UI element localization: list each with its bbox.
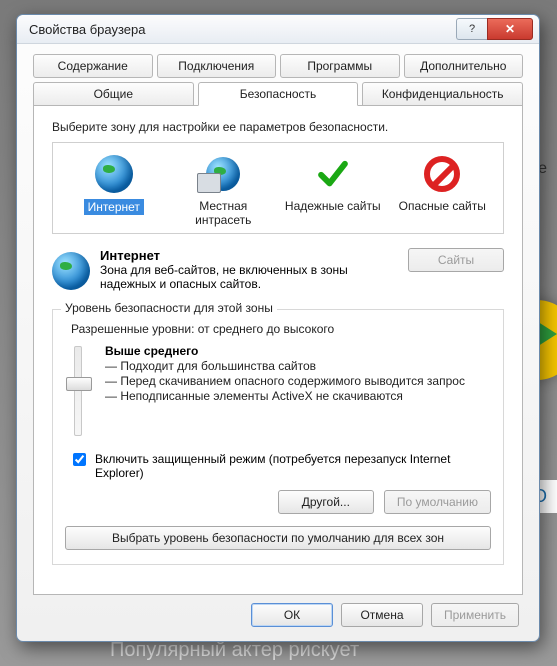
slider-track [74,346,82,436]
zone-label: Интернет [84,199,144,215]
level-bullet: — Перед скачиванием опасного содержимого… [105,374,465,388]
zone-detail-name: Интернет [100,248,160,263]
tab-advanced[interactable]: Дополнительно [404,54,524,78]
protected-mode-row[interactable]: Включить защищенный режим (потребуется п… [69,452,491,480]
level-bullet: — Подходит для большинства сайтов [105,359,465,373]
globe-icon [52,252,90,290]
apply-button[interactable]: Применить [431,603,519,627]
checkmark-icon [316,157,350,191]
close-icon: ✕ [505,22,515,36]
tab-connections[interactable]: Подключения [157,54,277,78]
protected-mode-checkbox[interactable] [73,453,86,466]
level-bullet: — Неподписанные элементы ActiveX не скач… [105,389,465,403]
monitor-icon [197,173,221,193]
globe-icon [95,155,133,193]
tab-content[interactable]: Содержание [33,54,153,78]
ok-button[interactable]: ОК [251,603,333,627]
default-level-button[interactable]: По умолчанию [384,490,491,514]
allowed-levels: Разрешенные уровни: от среднего до высок… [71,322,491,336]
security-tab-panel: Выберите зону для настройки ее параметро… [33,105,523,595]
internet-options-dialog: Свойства браузера ? ✕ Содержание Подключ… [16,14,540,642]
group-legend: Уровень безопасности для этой зоны [61,301,277,315]
tab-general[interactable]: Общие [33,82,194,105]
background-footer-text: Популярный актер рискует [110,639,359,662]
help-button[interactable]: ? [456,18,487,40]
zone-label: Надежные сайты [285,199,381,213]
zone-internet[interactable]: Интернет [66,153,162,227]
prohibited-icon [424,156,460,192]
window-title: Свойства браузера [29,22,456,37]
zone-intranet[interactable]: Местная интрасеть [175,153,271,227]
titlebar[interactable]: Свойства браузера ? ✕ [17,15,539,44]
sites-button[interactable]: Сайты [408,248,504,272]
custom-level-button[interactable]: Другой... [278,490,374,514]
reset-all-zones-button[interactable]: Выбрать уровень безопасности по умолчани… [65,526,491,550]
tab-security[interactable]: Безопасность [198,82,359,106]
level-name: Выше среднего [105,344,198,358]
zone-instruction: Выберите зону для настройки ее параметро… [52,120,504,134]
slider-thumb[interactable] [66,377,92,391]
help-icon: ? [469,23,475,35]
zone-label: Местная интрасеть [195,199,251,227]
zone-detail-desc: Зона для веб-сайтов, не включенных в зон… [100,263,398,291]
tab-row-bottom: Общие Безопасность Конфиденциальность [33,82,523,106]
tab-row-top: Содержание Подключения Программы Дополни… [33,54,523,78]
zone-label: Опасные сайты [399,199,486,213]
zone-trusted[interactable]: Надежные сайты [285,153,381,227]
cancel-button[interactable]: Отмена [341,603,423,627]
dialog-button-row: ОК Отмена Применить [251,603,519,627]
security-level-group: Уровень безопасности для этой зоны Разре… [52,309,504,565]
tab-programs[interactable]: Программы [280,54,400,78]
close-button[interactable]: ✕ [487,18,533,40]
zone-restricted[interactable]: Опасные сайты [394,153,490,227]
tab-privacy[interactable]: Конфиденциальность [362,82,523,105]
protected-mode-label: Включить защищенный режим (потребуется п… [95,452,491,480]
security-level-slider[interactable] [65,344,91,438]
zone-selector: Интернет Местная интрасеть Надежные [52,142,504,234]
